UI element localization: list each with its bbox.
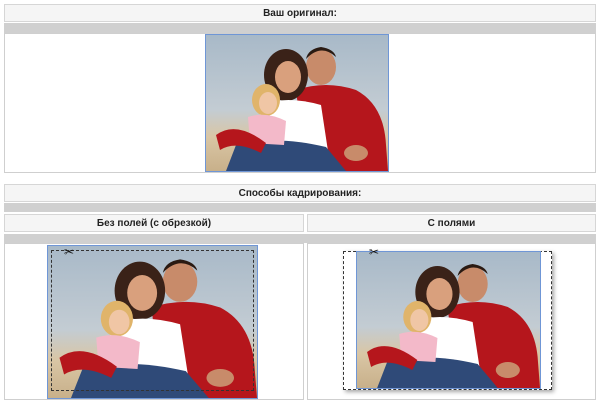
sub-header-bar bbox=[4, 234, 596, 243]
original-header-bar bbox=[4, 23, 596, 33]
with-margins-header: С полями bbox=[307, 214, 596, 232]
methods-header-bar bbox=[4, 203, 596, 212]
no-margins-title: Без полей (с обрезкой) bbox=[96, 217, 212, 229]
no-margins-header: Без полей (с обрезкой) bbox=[4, 214, 304, 232]
crop-cut-line bbox=[51, 250, 254, 391]
original-title: Ваш оригинал: bbox=[263, 7, 337, 19]
margin-photo-frame bbox=[356, 251, 541, 389]
page: Ваш оригинал: Способы кадрирования: Без … bbox=[0, 0, 600, 402]
original-photo-frame bbox=[205, 34, 389, 172]
methods-header: Способы кадрирования: bbox=[4, 184, 596, 202]
scissors-icon: ✂ bbox=[64, 245, 75, 259]
methods-title: Способы кадрирования: bbox=[238, 187, 362, 199]
with-margins-title: С полями bbox=[427, 217, 476, 229]
original-header: Ваш оригинал: bbox=[4, 4, 596, 22]
scissors-icon: ✂ bbox=[369, 245, 380, 259]
